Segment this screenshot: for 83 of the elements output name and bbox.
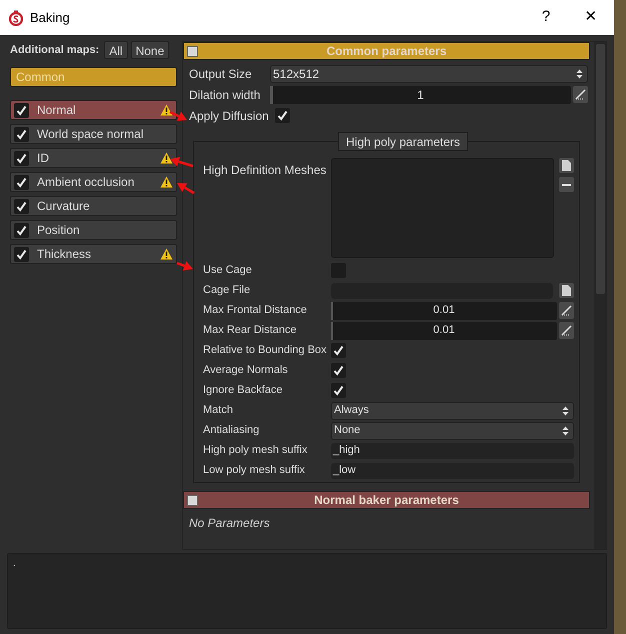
parameter-label: Cage File [203,283,252,298]
map-label: Ambient occlusion [37,174,136,191]
collapse-checkbox[interactable] [187,46,198,56]
map-item[interactable]: Normal [10,100,177,120]
spinner-arrows-icon [576,68,583,78]
section-title: Common parameters [325,43,448,60]
number-slider[interactable]: 0.01 [331,322,557,340]
no-parameters-note: No Parameters [188,515,271,532]
minus-icon [562,184,571,186]
dropdown[interactable]: None [331,422,574,440]
parameter-label: Apply Diffusion [189,108,269,124]
collapse-checkbox[interactable] [187,494,198,506]
text-field[interactable]: _low [331,462,574,478]
parameter-label: Relative to Bounding Box [203,343,328,358]
parameter-label: Dilation width [189,86,262,104]
annotation-arrow [170,156,194,168]
parameter-label: Match [203,403,234,418]
map-item[interactable]: ID [10,148,177,168]
checkbox[interactable] [14,174,29,190]
scrollbar[interactable] [594,42,606,549]
checkbox[interactable] [331,363,346,378]
spinner-arrows-icon [562,426,569,436]
map-label: Normal [37,102,77,119]
toggle-all-button[interactable]: All [104,41,128,59]
map-item[interactable]: Ambient occlusion [10,172,177,192]
parameter-label: Max Frontal Distance [203,303,308,318]
additional-maps-label: Additional maps: [10,42,100,58]
edit-button[interactable] [559,322,574,339]
log-panel: . [7,553,607,629]
annotation-arrow [177,183,195,194]
section-title: Normal baker parameters [313,492,460,509]
help-button[interactable]: ? [524,2,568,32]
number-slider[interactable]: 1 [270,86,571,104]
map-label: Thickness [37,246,92,263]
checkbox[interactable] [331,343,346,358]
annotation-arrow [169,110,187,121]
map-item[interactable]: Position [10,220,177,240]
checkbox[interactable] [274,108,290,123]
map-item[interactable]: Thickness [10,244,177,264]
file-icon [562,285,571,296]
map-label: Curvature [37,198,91,215]
map-item[interactable]: World space normal [10,124,177,144]
checkbox[interactable] [14,246,29,262]
dropdown[interactable]: Always [331,402,574,420]
window-title: Baking [30,8,70,27]
parameter-label: Average Normals [203,363,289,378]
edit-button[interactable] [559,302,574,319]
toggle-all-button[interactable]: None [130,41,170,59]
text-field[interactable]: _high [331,442,574,458]
pencil-icon [575,89,586,100]
checkbox[interactable] [14,198,29,214]
edit-button[interactable] [573,86,588,103]
close-button[interactable]: ✕ [568,2,614,32]
map-label: World space normal [37,126,144,143]
parameter-label: High poly mesh suffix [203,443,308,458]
remove-button[interactable] [559,177,574,192]
parameter-label: Use Cage [203,263,253,278]
checkbox[interactable] [331,383,346,398]
file-button[interactable] [559,283,574,298]
dropdown[interactable]: 512x512 [270,64,588,82]
checkbox[interactable] [14,150,29,166]
checkbox[interactable] [14,126,29,142]
spinner-arrows-icon [562,406,569,416]
map-label: Position [37,222,81,239]
number-slider[interactable]: 0.01 [331,302,557,320]
section-header[interactable]: Normal baker parameters [183,491,590,509]
parameter-label: Ignore Backface [203,383,284,398]
parameter-label: Output Size [189,66,253,82]
map-item[interactable]: Curvature [10,196,177,216]
parameter-label: Antialiasing [203,423,260,438]
pencil-icon [561,305,572,316]
file-icon [562,160,571,171]
annotation-arrow [176,261,193,271]
group-title: High poly parameters [338,132,468,151]
file-button[interactable] [559,158,574,173]
parameter-label: Low poly mesh suffix [203,463,306,478]
map-label: ID [37,150,50,167]
checkbox[interactable] [14,222,29,238]
pencil-icon [561,325,572,336]
parameter-label: Max Rear Distance [203,323,298,338]
checkbox[interactable] [14,102,29,118]
app-logo-icon [8,10,24,26]
parameter-label: High Definition Meshes [203,162,328,179]
